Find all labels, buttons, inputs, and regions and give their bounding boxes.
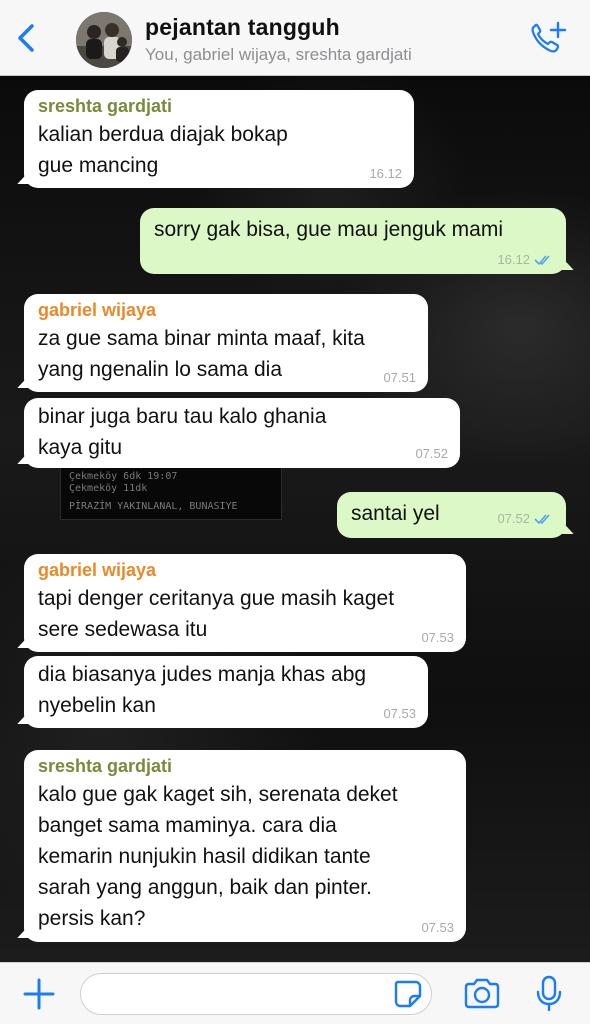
message-line: sorry gak bisa, gue mau jenguk mami bbox=[154, 218, 503, 241]
background-sign: Çekmeköy 6dk 19:07 Çekmeköy 11dk PİRAZİM… bbox=[60, 466, 282, 520]
message-time: 07.53 bbox=[383, 706, 416, 721]
back-button[interactable] bbox=[8, 16, 44, 60]
sticker-button[interactable] bbox=[392, 978, 424, 1010]
plus-icon bbox=[23, 978, 55, 1010]
message-line: kemarin nunjukin hasil didikan tante bbox=[38, 845, 371, 868]
read-double-check-icon bbox=[534, 254, 550, 265]
message-time: 07.53 bbox=[421, 920, 454, 935]
message-line: za gue sama binar minta maaf, kita bbox=[38, 327, 365, 350]
composer-bar bbox=[0, 962, 590, 1024]
group-photo bbox=[76, 12, 132, 68]
message-bubble-outgoing[interactable]: santai yel 07.52 bbox=[337, 492, 566, 538]
read-double-check-icon bbox=[534, 513, 550, 524]
attach-button[interactable] bbox=[22, 977, 56, 1011]
message-sender: sreshta gardjati bbox=[38, 756, 173, 776]
sticker-icon bbox=[394, 980, 422, 1008]
message-sender: sreshta gardjati bbox=[38, 96, 173, 116]
message-line: yang ngenalin lo sama dia bbox=[38, 358, 283, 381]
message-time: 16.12 bbox=[497, 252, 530, 267]
message-bubble[interactable]: dia biasanya judes manja khas abg nyebel… bbox=[24, 656, 428, 728]
chat-area[interactable]: Çekmeköy 6dk 19:07 Çekmeköy 11dk PİRAZİM… bbox=[0, 76, 590, 962]
message-sender: gabriel wijaya bbox=[38, 300, 157, 320]
message-line: tapi denger ceritanya gue masih kaget bbox=[38, 587, 395, 610]
chevron-left-icon bbox=[18, 24, 34, 52]
sign-line-1: Çekmeköy 6dk 19:07 bbox=[69, 471, 178, 482]
message-line: persis kan? bbox=[38, 907, 146, 930]
camera-icon bbox=[464, 978, 500, 1009]
message-meta: 07.52 bbox=[497, 511, 554, 526]
message-bubble[interactable]: gabriel wijaya tapi denger ceritanya gue… bbox=[24, 554, 466, 652]
message-input[interactable] bbox=[80, 973, 432, 1015]
message-time: 07.53 bbox=[421, 630, 454, 645]
add-call-icon bbox=[531, 21, 567, 53]
sign-line-2: Çekmeköy 11dk bbox=[69, 483, 148, 494]
message-line: gue mancing bbox=[38, 154, 159, 177]
message-line: nyebelin kan bbox=[38, 694, 156, 717]
message-line: sarah yang anggun, baik dan pinter. bbox=[38, 876, 372, 899]
message-bubble[interactable]: sreshta gardjati kalo gue gak kaget sih,… bbox=[24, 750, 466, 942]
message-bubble[interactable]: binar juga baru tau kalo ghania kaya git… bbox=[24, 398, 460, 468]
message-bubble[interactable]: sreshta gardjati kalian berdua diajak bo… bbox=[24, 90, 414, 188]
message-time: 07.52 bbox=[497, 511, 530, 526]
add-call-button[interactable] bbox=[528, 20, 568, 56]
message-line: sere sedewasa itu bbox=[38, 618, 208, 641]
microphone-button[interactable] bbox=[533, 975, 565, 1013]
microphone-icon bbox=[536, 975, 562, 1012]
message-line: kalo gue gak kaget sih, serenata deket bbox=[38, 783, 398, 806]
message-line: dia biasanya judes manja khas abg bbox=[38, 663, 367, 686]
message-bubble[interactable]: gabriel wijaya za gue sama binar minta m… bbox=[24, 294, 428, 392]
message-time: 07.51 bbox=[383, 370, 416, 385]
camera-button[interactable] bbox=[462, 977, 502, 1011]
message-bubble-outgoing[interactable]: sorry gak bisa, gue mau jenguk mami 16.1… bbox=[140, 208, 566, 274]
message-sender: gabriel wijaya bbox=[38, 560, 157, 580]
sign-line-3: PİRAZİM YAKINLANAL, BUNASIYE bbox=[69, 501, 238, 512]
group-title[interactable]: pejantan tangguh bbox=[145, 14, 340, 41]
group-avatar[interactable] bbox=[76, 12, 132, 68]
message-time: 07.52 bbox=[415, 446, 448, 461]
message-line: kaya gitu bbox=[38, 436, 123, 459]
message-time: 16.12 bbox=[369, 166, 402, 181]
message-meta: 16.12 bbox=[497, 252, 554, 267]
message-line: binar juga baru tau kalo ghania bbox=[38, 405, 327, 428]
group-members[interactable]: You, gabriel wijaya, sreshta gardjati bbox=[145, 45, 412, 65]
message-line: kalian berdua diajak bokap bbox=[38, 123, 288, 146]
message-line: banget sama maminya. cara dia bbox=[38, 814, 337, 837]
chat-header: pejantan tangguh You, gabriel wijaya, sr… bbox=[0, 0, 590, 76]
